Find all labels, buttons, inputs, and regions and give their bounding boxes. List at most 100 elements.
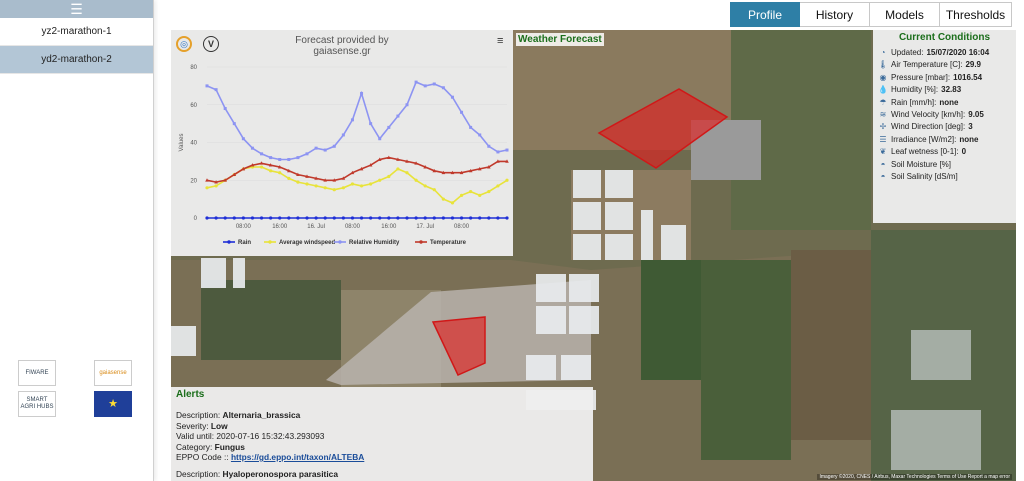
sidebar-menu-button[interactable]: ☰	[0, 0, 153, 18]
data-point	[360, 91, 364, 95]
condition-row: ◓ Soil Moisture [%]	[878, 159, 1011, 171]
legend-label: Temperature	[430, 240, 467, 246]
data-point	[205, 186, 209, 190]
condition-row: 💧 Humidity [%]: 32.83	[878, 84, 1011, 96]
data-point	[214, 184, 218, 188]
data-point	[232, 122, 236, 126]
condition-label: Humidity [%]:	[891, 85, 939, 95]
data-point	[259, 165, 264, 169]
alerts-title: Alerts	[176, 389, 205, 400]
data-point	[423, 184, 427, 188]
x-tick-label: 16:00	[381, 224, 397, 230]
legend-marker	[227, 240, 231, 244]
condition-label: Soil Salinity [dS/m]	[891, 171, 958, 181]
condition-value: 15/07/2020 16:04	[926, 48, 990, 57]
wind-velocity-icon: ≋	[879, 109, 887, 119]
eu-flag-logo: ★	[94, 391, 132, 417]
data-point	[496, 184, 500, 188]
data-point	[487, 144, 491, 148]
data-point	[459, 193, 464, 197]
data-point	[250, 216, 255, 220]
data-point	[214, 88, 218, 92]
data-point	[350, 182, 355, 186]
smart-agri-hubs-logo: SMART AGRI HUBS	[18, 391, 56, 417]
data-point	[469, 125, 473, 129]
data-point	[478, 193, 482, 197]
data-point	[350, 118, 354, 122]
data-point	[387, 125, 391, 129]
data-point	[305, 152, 309, 156]
data-point	[296, 156, 300, 160]
data-point	[423, 216, 427, 220]
data-point	[259, 216, 264, 220]
data-point	[378, 178, 382, 182]
condition-row: ≋ Wind Velocity [km/h]: 9.05	[878, 109, 1011, 121]
condition-value: 1016.54	[953, 72, 983, 82]
data-point	[232, 216, 236, 220]
legend-label: Average windspeed	[279, 240, 335, 246]
data-point	[423, 84, 427, 88]
data-point	[332, 144, 336, 148]
alert-category: Category: Fungus	[176, 441, 245, 452]
data-point	[305, 182, 309, 186]
data-point	[332, 216, 336, 220]
tab-models[interactable]: Models	[870, 2, 940, 27]
data-point	[269, 156, 273, 160]
sidebar-item-yd2-marathon-2[interactable]: yd2-marathon-2	[0, 46, 153, 74]
data-point	[450, 201, 455, 205]
condition-value: none	[939, 97, 959, 107]
legend-marker	[268, 240, 272, 244]
alert-description: Description: Alternaria_brassica	[176, 410, 301, 420]
tab-history[interactable]: History	[800, 2, 870, 27]
current-conditions-title: Current Conditions	[898, 32, 991, 43]
data-point	[341, 216, 345, 220]
data-point	[314, 146, 318, 150]
sidebar-item-yz2-marathon-1[interactable]: yz2-marathon-1	[0, 18, 153, 46]
x-tick-label: 08:00	[454, 224, 470, 230]
data-point	[323, 216, 327, 220]
soil-salinity-icon: ◓	[880, 171, 886, 181]
data-point	[378, 216, 382, 220]
y-tick-label: 0	[194, 216, 198, 222]
data-point	[314, 216, 318, 220]
tab-profile[interactable]: Profile	[730, 2, 800, 27]
data-point	[478, 133, 482, 137]
data-point	[223, 216, 227, 220]
tab-thresholds[interactable]: Thresholds	[940, 2, 1012, 27]
condition-value: none	[959, 134, 979, 144]
hamburger-icon: ☰	[70, 0, 83, 17]
data-point	[260, 152, 264, 156]
map-attribution[interactable]: Imagery ©2020, CNES / Airbus, Maxar Tech…	[817, 474, 1012, 480]
y-tick-label: 20	[190, 178, 197, 184]
series-line-temperature	[206, 156, 507, 183]
data-point	[432, 216, 436, 220]
eppo-link[interactable]: https://gd.eppo.int/taxon/ALTEBA	[231, 452, 364, 462]
data-point	[296, 216, 300, 220]
top-tabs: Profile History Models Thresholds	[730, 2, 1012, 27]
data-point	[287, 176, 291, 180]
data-point	[414, 80, 418, 84]
data-point	[505, 148, 509, 152]
data-point	[332, 188, 336, 192]
condition-label: Wind Velocity [km/h]:	[891, 109, 966, 119]
data-point	[369, 182, 373, 186]
data-point	[450, 95, 454, 99]
data-point	[241, 137, 245, 141]
data-point	[459, 216, 464, 220]
data-point	[460, 110, 464, 114]
data-point	[414, 178, 418, 182]
humidity-icon: 💧	[878, 85, 888, 95]
alerts-panel: Alerts Description: Alternaria_brassica …	[171, 387, 593, 481]
data-point	[287, 157, 291, 161]
data-point	[305, 216, 309, 220]
data-point	[405, 171, 409, 175]
data-point	[441, 197, 445, 201]
y-tick-label: 60	[190, 103, 197, 109]
gaiasense-logo: gaiasense	[94, 360, 132, 386]
data-point	[205, 216, 209, 220]
condition-row: 🌡 Air Temperature [C]: 29.9	[878, 59, 1011, 71]
data-point	[505, 178, 509, 182]
condition-label: Soil Moisture [%]	[891, 159, 952, 169]
alert-eppo-code: EPPO Code :: https://gd.eppo.int/taxon/A…	[176, 452, 365, 462]
clock-icon: ◔	[880, 48, 886, 57]
